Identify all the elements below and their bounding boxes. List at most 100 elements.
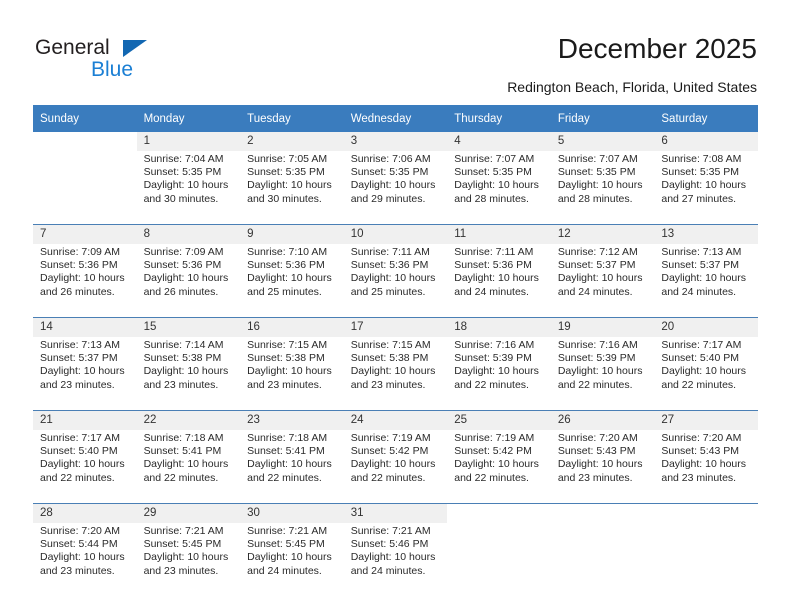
day-number-9[interactable]: 9	[240, 224, 344, 244]
day-number-25[interactable]: 25	[447, 410, 551, 430]
day-number-19[interactable]: 19	[550, 317, 655, 337]
day-number-5[interactable]: 5	[550, 132, 655, 151]
day-detail-line: Sunrise: 7:20 AM	[40, 525, 120, 537]
sunrise-sunset-calendar: Sunday Monday Tuesday Wednesday Thursday Frid…	[33, 105, 758, 596]
day-number-7[interactable]: 7	[33, 224, 137, 244]
day-details-1[interactable]: Sunrise: 7:04 AM Sunset: 5:35 PM Daylight:…	[136, 151, 241, 225]
day-detail-line: Sunrise: 7:09 AM	[143, 246, 224, 258]
day-details-17[interactable]: Sunrise: 7:15 AM Sunset: 5:38 PM Daylight:…	[343, 337, 448, 411]
day-detail-line: Sunset: 5:36 PM	[247, 259, 325, 272]
day-number-24[interactable]: 24	[343, 410, 448, 430]
day-number-11[interactable]: 11	[447, 224, 551, 244]
day-detail-line: and 25 minutes.	[350, 285, 426, 298]
day-detail-line: Sunset: 5:35 PM	[143, 166, 222, 179]
day-number-14[interactable]: 14	[33, 317, 137, 337]
day-details-2[interactable]: Sunrise: 7:05 AM Sunset: 5:35 PM Daylight:…	[240, 151, 344, 225]
generalblue-logo[interactable]: General Blue	[35, 36, 235, 88]
day-detail-line: Daylight: 10 hours	[143, 365, 229, 378]
day-detail-line: and 22 minutes.	[557, 378, 633, 391]
day-number-1[interactable]: 1	[136, 132, 241, 151]
day-number-30[interactable]: 30	[240, 503, 344, 523]
day-detail-line: Sunset: 5:39 PM	[557, 352, 636, 365]
day-details-27[interactable]: Sunrise: 7:20 AM Sunset: 5:43 PM Daylight:…	[654, 430, 758, 504]
day-number-6[interactable]: 6	[654, 132, 758, 151]
day-number-18[interactable]: 18	[447, 317, 551, 337]
day-detail-line: Sunrise: 7:19 AM	[350, 432, 431, 444]
day-detail-line: and 24 minutes.	[454, 285, 529, 298]
day-number-2[interactable]: 2	[240, 132, 344, 151]
day-number-31[interactable]: 31	[343, 503, 448, 523]
day-detail-line: Sunset: 5:43 PM	[557, 445, 636, 458]
week-date-row: 28 29 30 31	[33, 503, 758, 523]
day-details-26[interactable]: Sunrise: 7:20 AM Sunset: 5:43 PM Daylight:…	[550, 430, 655, 504]
day-detail-line: Sunset: 5:41 PM	[143, 445, 222, 458]
day-detail-line: Daylight: 10 hours	[661, 272, 747, 285]
day-number-29[interactable]: 29	[136, 503, 241, 523]
day-details-8[interactable]: Sunrise: 7:09 AM Sunset: 5:36 PM Daylight:…	[136, 244, 241, 318]
day-details-6[interactable]: Sunrise: 7:08 AM Sunset: 5:35 PM Daylight:…	[654, 151, 758, 225]
day-number-21[interactable]: 21	[33, 410, 137, 430]
day-details-28[interactable]: Sunrise: 7:20 AM Sunset: 5:44 PM Daylight:…	[33, 523, 137, 596]
day-details-30[interactable]: Sunrise: 7:21 AM Sunset: 5:45 PM Daylight:…	[240, 523, 344, 596]
logo-triangle-icon	[123, 40, 147, 57]
day-details-4[interactable]: Sunrise: 7:07 AM Sunset: 5:35 PM Daylight:…	[447, 151, 551, 225]
day-number-20[interactable]: 20	[654, 317, 758, 337]
day-details-19[interactable]: Sunrise: 7:16 AM Sunset: 5:39 PM Daylight:…	[550, 337, 655, 411]
day-detail-line: Sunrise: 7:10 AM	[247, 246, 328, 258]
day-details-22[interactable]: Sunrise: 7:18 AM Sunset: 5:41 PM Daylight:…	[136, 430, 241, 504]
calendar-header-row: Sunday Monday Tuesday Wednesday Thursday Frid…	[33, 105, 758, 132]
day-detail-line: Sunset: 5:40 PM	[661, 352, 740, 365]
day-details-11[interactable]: Sunrise: 7:11 AM Sunset: 5:36 PM Daylight:…	[447, 244, 551, 318]
day-number-23[interactable]: 23	[240, 410, 344, 430]
day-number-22[interactable]: 22	[136, 410, 241, 430]
day-details-20[interactable]: Sunrise: 7:17 AM Sunset: 5:40 PM Daylight:…	[654, 337, 758, 411]
day-number-26[interactable]: 26	[550, 410, 655, 430]
day-details-21[interactable]: Sunrise: 7:17 AM Sunset: 5:40 PM Daylight:…	[33, 430, 137, 504]
day-details-10[interactable]: Sunrise: 7:11 AM Sunset: 5:36 PM Daylight:…	[343, 244, 448, 318]
day-number-8[interactable]: 8	[136, 224, 241, 244]
day-number-27[interactable]: 27	[654, 410, 758, 430]
logo-text-blue: Blue	[91, 58, 134, 81]
day-detail-line: Daylight: 10 hours	[247, 458, 332, 471]
day-details-13[interactable]: Sunrise: 7:13 AM Sunset: 5:37 PM Daylight:…	[654, 244, 758, 318]
day-detail-line: Sunset: 5:37 PM	[40, 352, 118, 365]
day-number-15[interactable]: 15	[136, 317, 241, 337]
logo-text-general: General	[35, 36, 110, 59]
day-details-9[interactable]: Sunrise: 7:10 AM Sunset: 5:36 PM Daylight:…	[240, 244, 344, 318]
day-detail-line: Sunrise: 7:19 AM	[454, 432, 535, 444]
day-number-4[interactable]: 4	[447, 132, 551, 151]
day-detail-line: Sunset: 5:35 PM	[661, 166, 740, 179]
day-detail-line: Sunrise: 7:21 AM	[143, 525, 224, 537]
day-detail-line: Sunrise: 7:15 AM	[247, 339, 328, 351]
day-detail-line: and 24 minutes.	[247, 564, 322, 577]
day-number-28[interactable]: 28	[33, 503, 137, 523]
day-details-12[interactable]: Sunrise: 7:12 AM Sunset: 5:37 PM Daylight:…	[550, 244, 655, 318]
day-number-12[interactable]: 12	[550, 224, 655, 244]
day-detail-line: Sunrise: 7:07 AM	[557, 153, 638, 165]
day-detail-line: Sunrise: 7:04 AM	[143, 153, 224, 165]
day-details-5[interactable]: Sunrise: 7:07 AM Sunset: 5:35 PM Daylight:…	[550, 151, 655, 225]
day-details-14[interactable]: Sunrise: 7:13 AM Sunset: 5:37 PM Daylight:…	[33, 337, 137, 411]
day-detail-line: and 30 minutes.	[247, 192, 322, 205]
day-details-25[interactable]: Sunrise: 7:19 AM Sunset: 5:42 PM Daylight:…	[447, 430, 551, 504]
day-detail-line: Sunset: 5:36 PM	[350, 259, 429, 272]
week-date-row: 21 22 23 24 25 26 27	[33, 410, 758, 430]
day-detail-line: and 30 minutes.	[143, 192, 219, 205]
day-detail-line: and 23 minutes.	[247, 378, 322, 391]
day-details-24[interactable]: Sunrise: 7:19 AM Sunset: 5:42 PM Daylight:…	[343, 430, 448, 504]
day-details-31[interactable]: Sunrise: 7:21 AM Sunset: 5:46 PM Daylight:…	[343, 523, 448, 596]
day-detail-line: Sunset: 5:44 PM	[40, 538, 118, 551]
day-details-18[interactable]: Sunrise: 7:16 AM Sunset: 5:39 PM Daylight:…	[447, 337, 551, 411]
day-number-13[interactable]: 13	[654, 224, 758, 244]
day-number-10[interactable]: 10	[343, 224, 448, 244]
day-details-16[interactable]: Sunrise: 7:15 AM Sunset: 5:38 PM Daylight:…	[240, 337, 344, 411]
day-detail-line: Daylight: 10 hours	[350, 458, 436, 471]
day-details-15[interactable]: Sunrise: 7:14 AM Sunset: 5:38 PM Daylight:…	[136, 337, 241, 411]
day-details-23[interactable]: Sunrise: 7:18 AM Sunset: 5:41 PM Daylight:…	[240, 430, 344, 504]
day-number-3[interactable]: 3	[343, 132, 448, 151]
day-details-29[interactable]: Sunrise: 7:21 AM Sunset: 5:45 PM Daylight:…	[136, 523, 241, 596]
day-number-17[interactable]: 17	[343, 317, 448, 337]
day-details-7[interactable]: Sunrise: 7:09 AM Sunset: 5:36 PM Daylight:…	[33, 244, 137, 318]
day-number-16[interactable]: 16	[240, 317, 344, 337]
day-details-3[interactable]: Sunrise: 7:06 AM Sunset: 5:35 PM Daylight:…	[343, 151, 448, 225]
